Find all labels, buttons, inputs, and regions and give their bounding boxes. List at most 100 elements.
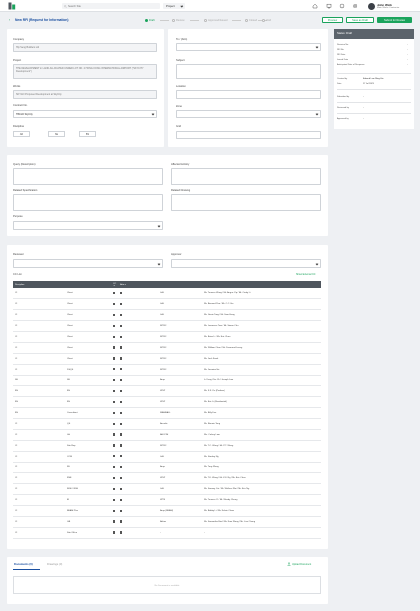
row-discipline: CI <box>13 298 65 311</box>
attn-checkbox[interactable] <box>120 433 123 436</box>
row-discipline: CI <box>13 462 65 474</box>
attn-checkbox[interactable] <box>120 302 123 306</box>
cc-checkbox[interactable] <box>113 368 116 371</box>
cc-checkbox[interactable] <box>113 379 116 382</box>
upload-icon[interactable] <box>287 562 291 566</box>
subject-input[interactable] <box>176 64 321 79</box>
row-persons: Mr. Billy Fan <box>202 407 321 419</box>
attn-checkbox[interactable] <box>120 346 123 349</box>
cc-checkbox[interactable] <box>113 433 116 436</box>
row-persons: Mr. Brian Li / Mr. Eric Chan <box>202 331 321 343</box>
home-icon[interactable] <box>312 3 318 9</box>
discipline-se[interactable]: SE <box>48 131 65 137</box>
query-description-input[interactable] <box>13 168 163 185</box>
step-closed: Closed <box>245 18 257 22</box>
attn-checkbox[interactable] <box>120 476 123 480</box>
attn-checkbox[interactable] <box>120 531 123 534</box>
attn-checkbox[interactable] <box>120 324 123 327</box>
submit-for-review-button[interactable]: Submit for Review <box>377 17 412 23</box>
attn-checkbox[interactable] <box>120 379 123 382</box>
issued-date-label: Issued Date <box>337 59 349 61</box>
attn-checkbox[interactable] <box>120 389 123 393</box>
attn-checkbox[interactable] <box>120 335 123 338</box>
contract-select[interactable]: TB1GD SkyCity <box>13 110 157 118</box>
cc-checkbox[interactable] <box>113 357 116 360</box>
save-draft-button[interactable]: Save as Draft <box>346 17 374 23</box>
attn-checkbox[interactable] <box>120 400 123 404</box>
cc-checkbox[interactable] <box>113 411 116 414</box>
cc-checkbox[interactable] <box>113 487 116 491</box>
search-box[interactable] <box>62 3 160 9</box>
cc-checkbox[interactable] <box>113 520 116 523</box>
row-persons: Mr. Eric Li (Residential) <box>202 396 321 409</box>
show-external-cc-link[interactable]: Show External CC <box>296 273 316 276</box>
row-cc-cell <box>111 429 119 441</box>
back-arrow-icon[interactable]: ‹ <box>9 18 10 22</box>
purpose-select[interactable] <box>13 221 163 230</box>
preview-button[interactable]: Preview <box>322 17 343 23</box>
tab-documents[interactable]: Documents (0) <box>14 563 33 566</box>
step-review: Review <box>172 18 185 22</box>
attn-checkbox[interactable] <box>120 444 123 447</box>
attn-checkbox[interactable] <box>120 313 123 317</box>
discipline-ar[interactable]: AR <box>13 131 30 137</box>
attn-checkbox[interactable] <box>120 291 123 295</box>
attn-checkbox[interactable] <box>120 411 123 414</box>
cc-checkbox[interactable] <box>113 466 116 469</box>
related-drawing-input[interactable] <box>171 194 321 211</box>
attn-checkbox[interactable] <box>120 487 123 491</box>
settings-gear-icon[interactable] <box>352 3 358 9</box>
affected-activity-input[interactable] <box>171 168 321 185</box>
upload-document-link[interactable]: Upload Document <box>292 563 311 566</box>
row-role: Client <box>65 331 111 343</box>
attn-checkbox[interactable] <box>120 509 123 512</box>
cc-checkbox[interactable] <box>113 455 116 458</box>
attn-checkbox[interactable] <box>120 498 123 501</box>
reviewer-select[interactable] <box>13 259 163 268</box>
cc-checkbox[interactable] <box>113 346 116 349</box>
row-attn-cell <box>118 494 159 506</box>
cc-checkbox[interactable] <box>113 389 116 393</box>
row-organisation: AECOM <box>158 429 203 441</box>
zone-select[interactable] <box>176 110 321 118</box>
col-attn[interactable]: Attn▾ <box>118 281 159 288</box>
approver-select[interactable] <box>171 259 321 268</box>
attn-checkbox[interactable] <box>120 520 123 523</box>
cc-checkbox[interactable] <box>113 313 116 317</box>
cc-checkbox[interactable] <box>113 444 116 447</box>
cc-checkbox[interactable] <box>113 400 116 404</box>
col-cc[interactable]: CC▾ <box>111 281 119 288</box>
attn-checkbox[interactable] <box>120 422 123 425</box>
status-panel: Status: Draft Revision No. - RFI No. - R… <box>334 29 414 129</box>
cc-checkbox[interactable] <box>113 476 116 480</box>
search-input[interactable] <box>68 3 158 9</box>
attn-checkbox[interactable] <box>120 357 123 360</box>
discipline-bs[interactable]: BS <box>79 131 96 137</box>
cc-checkbox[interactable] <box>113 324 116 327</box>
row-cc-cell <box>111 418 119 430</box>
cc-checkbox[interactable] <box>113 498 116 501</box>
attn-checkbox[interactable] <box>120 455 123 458</box>
location-input[interactable] <box>176 90 321 99</box>
cc-checkbox[interactable] <box>113 302 116 306</box>
cc-checkbox[interactable] <box>113 335 116 338</box>
related-spec-input[interactable] <box>13 194 163 211</box>
project-selector[interactable]: Project <box>163 3 185 9</box>
to-cc-select[interactable] <box>176 43 321 51</box>
user-menu[interactable]: John Wick Main Works Contractor <box>368 2 418 10</box>
app-logo-icon[interactable] <box>8 2 16 10</box>
row-attn-cell <box>118 298 159 311</box>
row-cc-cell <box>111 440 119 452</box>
attn-checkbox[interactable] <box>120 368 123 371</box>
monitor-icon[interactable] <box>326 3 332 9</box>
cc-checkbox[interactable] <box>113 422 116 425</box>
row-organisation: MTRC <box>158 320 203 332</box>
row-organisation: Arup <box>158 462 203 474</box>
cc-checkbox[interactable] <box>113 291 116 295</box>
grid-input[interactable] <box>176 131 321 139</box>
tab-drawings[interactable]: Drawings (0) <box>47 563 62 566</box>
cc-checkbox[interactable] <box>113 531 116 534</box>
help-icon[interactable] <box>339 3 345 9</box>
attn-checkbox[interactable] <box>120 466 123 469</box>
cc-checkbox[interactable] <box>113 509 116 512</box>
